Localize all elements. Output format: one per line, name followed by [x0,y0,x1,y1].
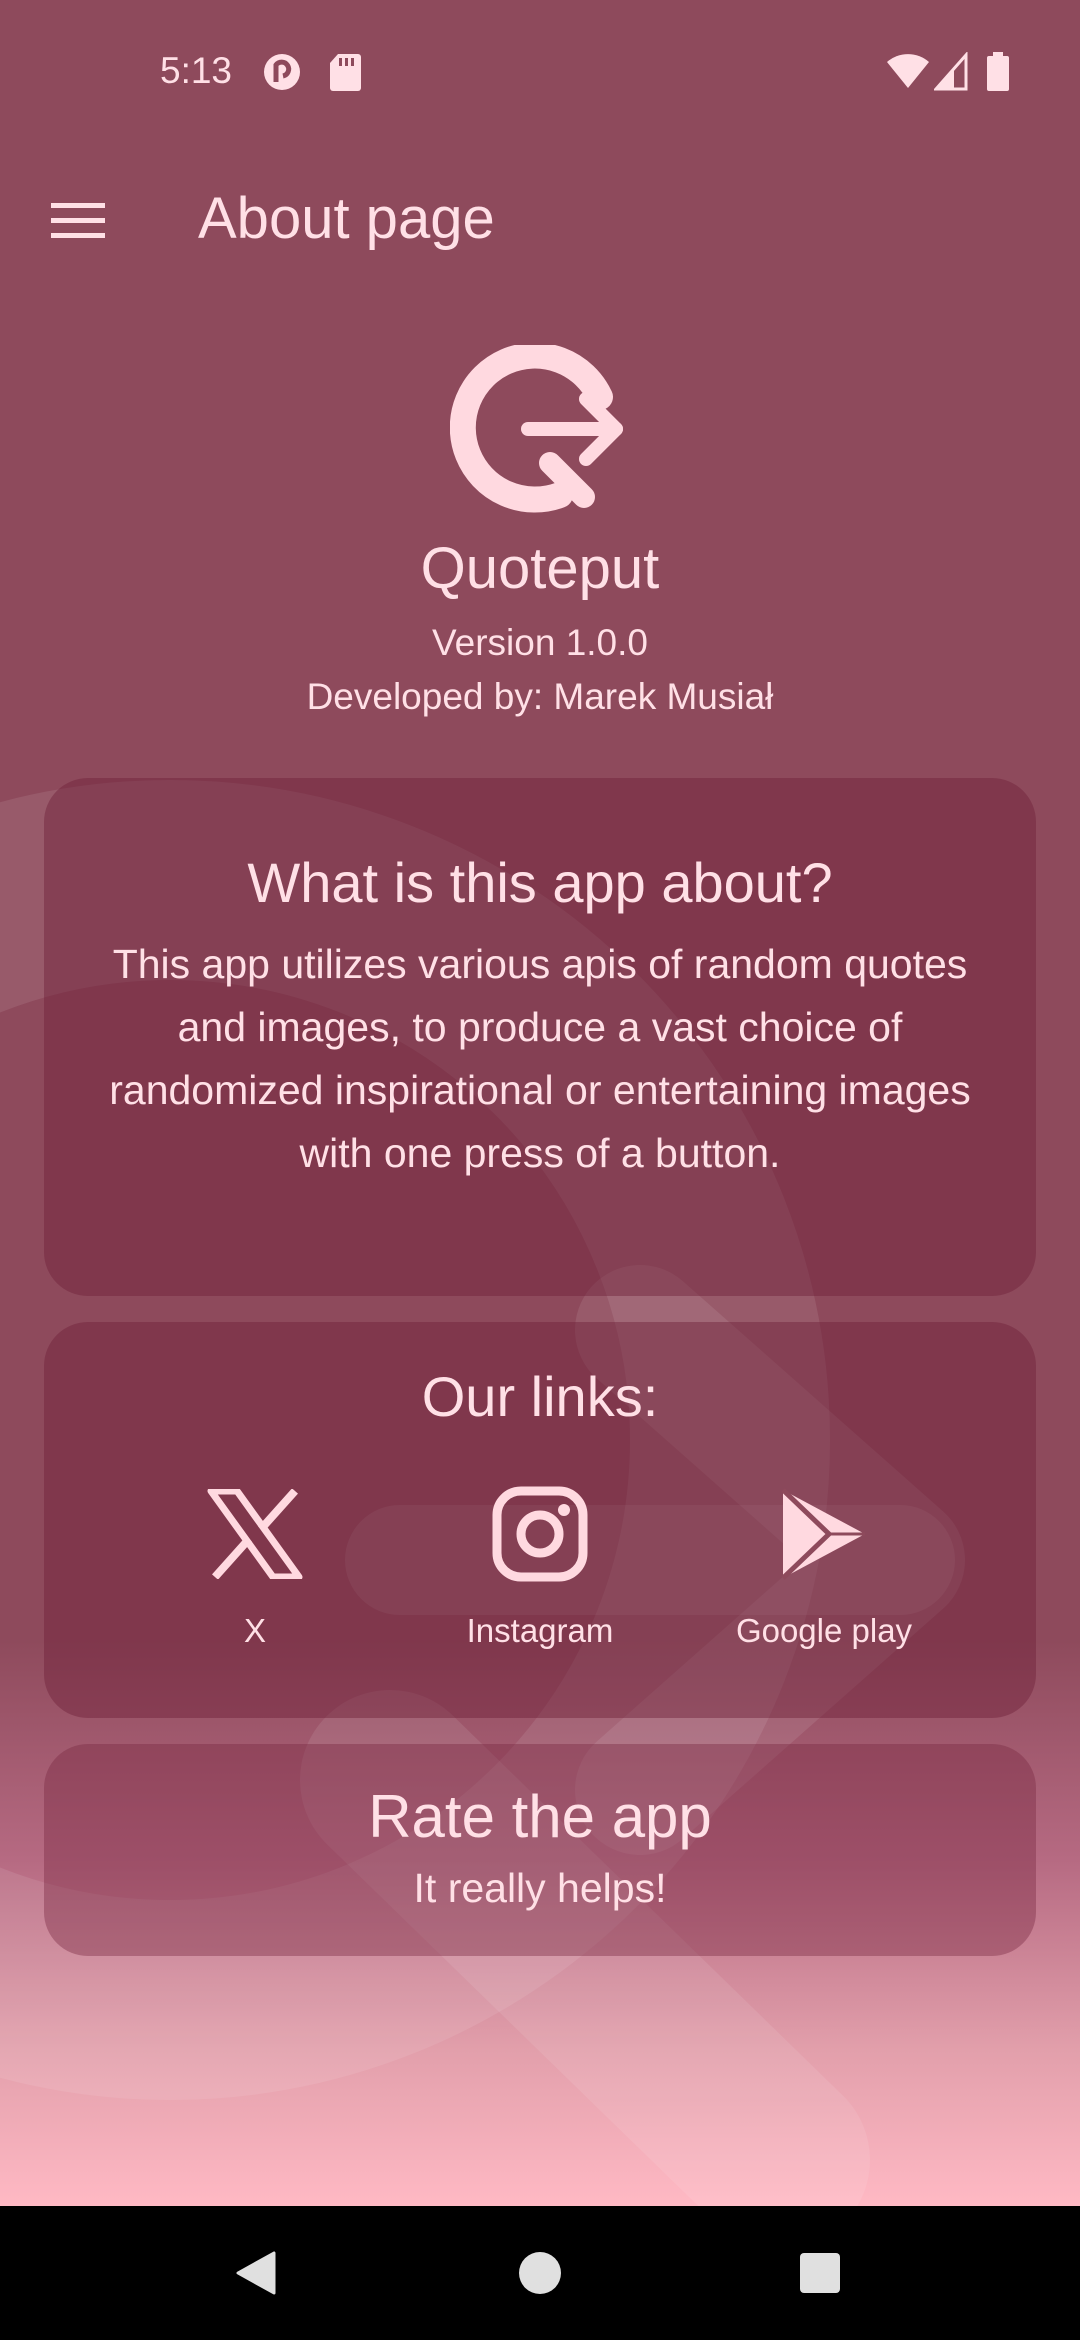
app-info-header: Quoteput Version 1.0.0 Developed by: Mar… [0,345,1080,724]
google-play-link-label: Google play [735,1612,913,1649]
google-play-link[interactable]: Google play [714,1484,934,1650]
page-title: About page [198,186,495,251]
links-card: Our links: X Instagram Google play [44,1322,1036,1718]
back-button[interactable] [206,2236,306,2310]
sd-card-icon [330,54,361,91]
app-version: Version 1.0.0 [432,622,648,663]
system-nav-bar [0,2206,1080,2340]
status-bar: 5:13 [0,0,1080,150]
cell-signal-icon [934,52,968,91]
quoteput-logo-icon [450,345,623,513]
menu-button[interactable] [28,170,128,270]
about-description: This app utilizes various apis of random… [109,941,971,1176]
rate-subtitle: It really helps! [413,1865,667,1911]
back-icon [236,2251,276,2295]
wifi-icon [887,54,929,88]
screen: 5:13 About page Quoteput Version 1.0.0 D… [0,0,1080,2206]
about-card: What is this app about? This app utilize… [44,778,1036,1296]
home-icon [519,2252,561,2294]
instagram-link-label: Instagram [466,1612,614,1649]
app-name: Quoteput [420,536,660,601]
status-time: 5:13 [160,50,233,91]
developer-credit: Developed by: Marek Musiał [306,676,774,717]
x-link-label: X [243,1612,266,1649]
x-logo-icon [207,1489,303,1579]
instagram-link[interactable]: Instagram [430,1484,650,1650]
rate-app-button[interactable]: Rate the app It really helps! [44,1744,1036,1956]
recents-icon [800,2253,840,2293]
google-play-icon [781,1488,865,1580]
recents-button[interactable] [770,2236,870,2310]
instagram-icon [492,1486,588,1582]
home-button[interactable] [490,2236,590,2310]
links-row: X Instagram Google play [44,1484,1036,1704]
rate-title: Rate the app [368,1783,712,1850]
links-heading: Our links: [421,1365,659,1428]
battery-icon [987,52,1009,91]
pocket-casts-icon [264,54,300,90]
x-link[interactable]: X [145,1484,365,1650]
about-heading: What is this app about? [247,851,833,914]
app-bar: About page [0,150,1080,290]
hamburger-menu-icon [51,203,105,238]
